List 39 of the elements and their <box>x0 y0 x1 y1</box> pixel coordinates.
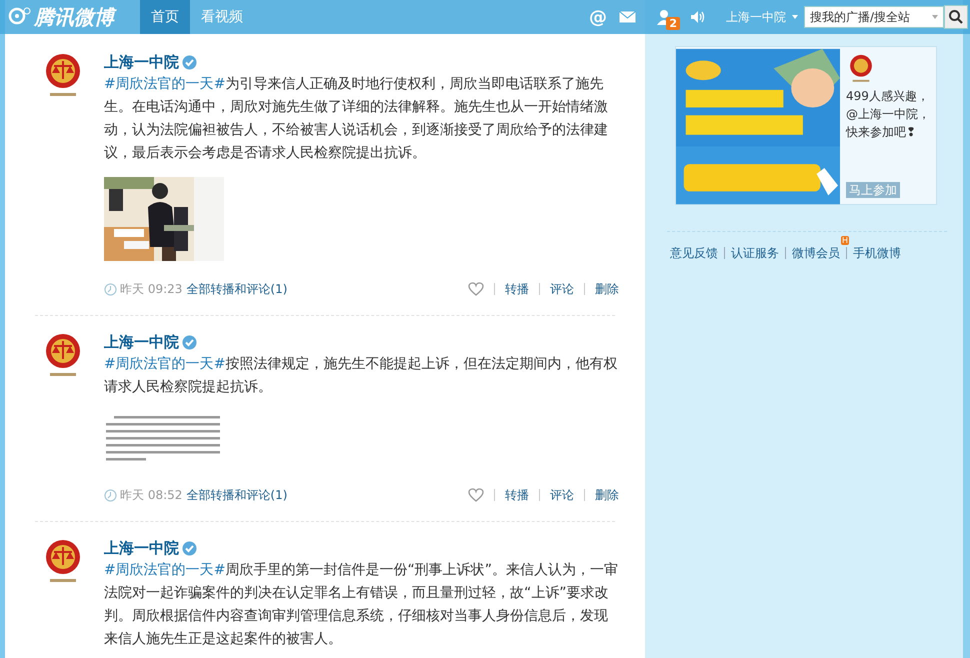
search-field[interactable]: 搜我的广播/搜全站 <box>804 6 944 28</box>
heart-icon[interactable] <box>468 488 484 502</box>
logo-icon <box>8 7 32 27</box>
topic-link[interactable]: #周欣法官的一天# <box>104 356 226 372</box>
clock-icon <box>104 282 117 296</box>
post-time: 昨天 08:52 <box>120 487 182 504</box>
action-link[interactable]: 删除 <box>595 486 619 504</box>
search-button[interactable] <box>944 5 968 29</box>
author-name[interactable]: 上海一中院 <box>104 330 179 354</box>
clock-icon <box>104 488 117 502</box>
nav-tab[interactable]: 首页 <box>140 0 190 34</box>
post-text: #周欣法官的一天#周欣手里的第一封信件是一份“刑事上诉状”。来信人认为，一审法院对一起诈骗案件的判决在认定罪名上有错误，而且量刑过轻，故“上诉”要求改判。周欣根据信件内容查询审判管理信息系统，仔细核对当事人身份信息后，发现来信人施先生正是这起案件的被害人。 <box>104 561 619 649</box>
footer-link[interactable]: 手机微博 <box>853 246 901 260</box>
topic-link[interactable]: #周欣法官的一天# <box>104 562 226 578</box>
badge: H <box>840 236 849 245</box>
thread-link[interactable]: 全部转播和评论(1) <box>186 280 288 298</box>
post-text: #周欣法官的一天#为引导来信人正确及时地行使权利，周欣当即电话联系了施先生。在电话沟通中，周欣对施先生做了详细的法律解释。施先生也从一开始情绪激动，认为法院偏袒被告人，不给被害人说话机会，到逐渐接受了周欣给予的法律建议，最后表示会考虑是否请求人民检察院提出抗诉。 <box>104 75 609 163</box>
caret-icon <box>932 15 938 19</box>
action-link[interactable]: 转播 <box>505 486 529 504</box>
action-link[interactable]: 评论 <box>550 280 574 298</box>
author-name[interactable]: 上海一中院 <box>104 536 179 560</box>
footer-link[interactable]: 意见反馈 <box>670 246 718 260</box>
thread-link[interactable]: 全部转播和评论(1) <box>186 486 288 504</box>
footer-link[interactable]: 微博会员 <box>792 246 840 260</box>
post-time: 昨天 09:23 <box>120 281 182 298</box>
action-link[interactable]: 删除 <box>595 280 619 298</box>
post-text: #周欣法官的一天#按照法律规定，施先生不能提起上诉，但在法定期间内，他有权请求人民检察院提起抗诉。 <box>104 355 618 397</box>
action-link[interactable]: 评论 <box>550 486 574 504</box>
heart-icon[interactable] <box>468 282 484 296</box>
topic-link[interactable]: #周欣法官的一天# <box>104 76 226 92</box>
envelope-icon[interactable] <box>619 11 636 23</box>
action-link[interactable]: 转播 <box>505 280 529 298</box>
caret-icon <box>792 15 798 19</box>
speaker-icon[interactable] <box>690 10 706 24</box>
author-name[interactable]: 上海一中院 <box>104 50 179 74</box>
footer-link[interactable]: 认证服务 <box>731 246 779 260</box>
notification-badge: 2 <box>666 17 680 30</box>
promo-text: 499人感兴趣，@上海一中院，快来参加吧❢ <box>846 88 930 141</box>
search-icon <box>949 10 963 24</box>
